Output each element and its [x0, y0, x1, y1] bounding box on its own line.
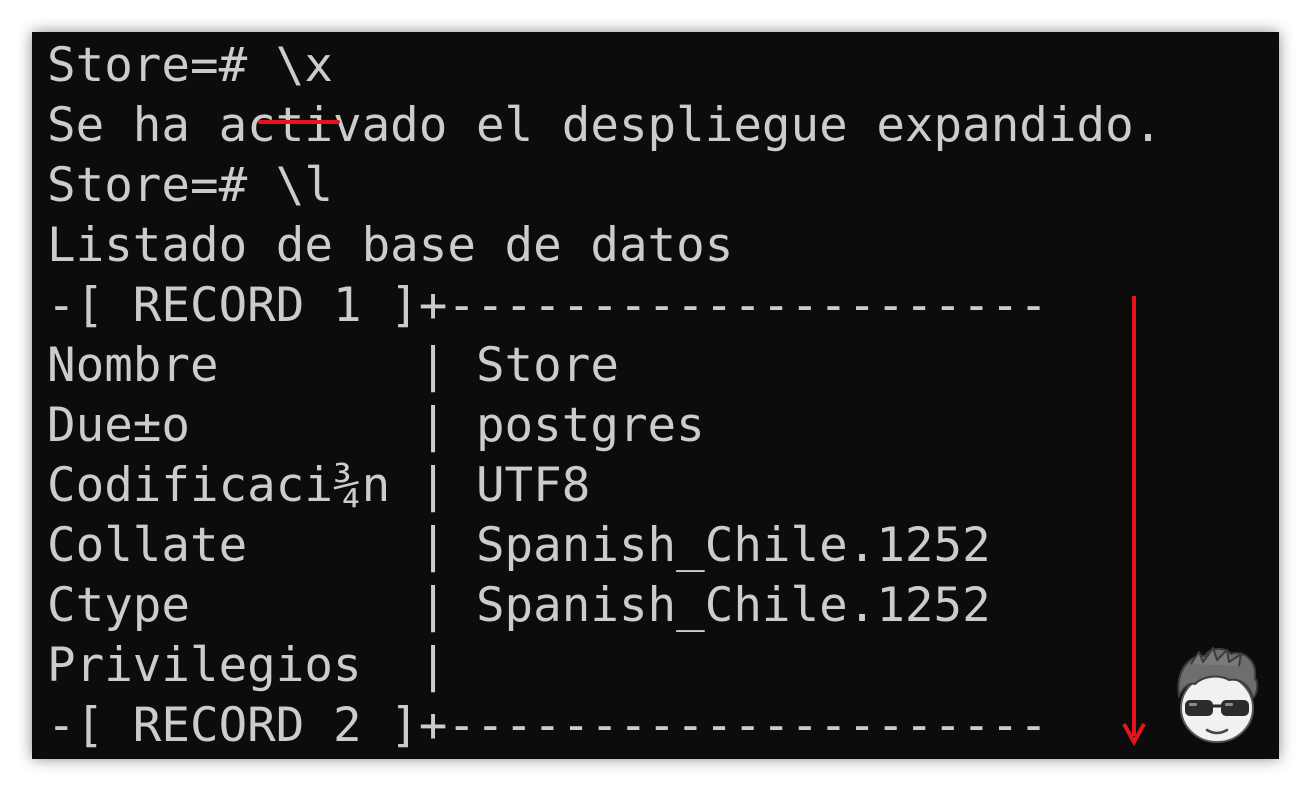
avatar-with-sunglasses-icon — [1177, 647, 1259, 743]
terminal-line-dueno: Due±o | postgres — [47, 398, 705, 453]
terminal-line-codificacion: Codificaci¾n | UTF8 — [47, 458, 591, 513]
terminal-line-prompt-l: Store=# \l — [47, 158, 333, 213]
terminal-line-prompt-x: Store=# \x — [47, 38, 333, 93]
terminal-line-record-2-header: -[ RECORD 2 ]+--------------------- — [47, 698, 1048, 753]
terminal-window: Store=# \x Se ha activado el despliegue e… — [32, 32, 1279, 759]
terminal-line-nombre: Nombre | Store — [47, 338, 619, 393]
down-arrow-icon — [1122, 296, 1146, 747]
terminal-line-privilegios: Privilegios | — [47, 638, 448, 693]
terminal-line-listing-title: Listado de base de datos — [47, 218, 734, 273]
terminal-output: Store=# \x Se ha activado el despliegue e… — [47, 36, 1162, 756]
terminal-line-ctype: Ctype | Spanish_Chile.1252 — [47, 578, 991, 633]
terminal-line-record-1-header: -[ RECORD 1 ]+--------------------- — [47, 278, 1048, 333]
terminal-line-expanded-msg: Se ha activado el despliegue expandido. — [47, 98, 1163, 153]
command-underline-mark — [258, 120, 340, 124]
terminal-line-collate: Collate | Spanish_Chile.1252 — [47, 518, 991, 573]
